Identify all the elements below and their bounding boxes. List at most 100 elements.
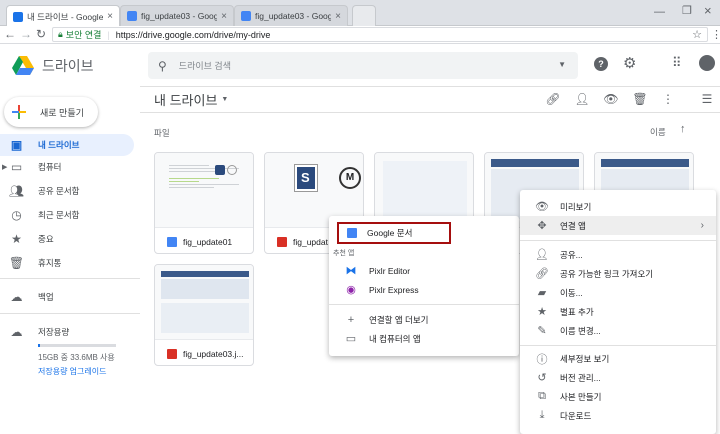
computer-apps-option[interactable]: ▭ 내 컴퓨터의 앱: [329, 329, 519, 348]
pixlr-editor-option[interactable]: ⧓ Pixlr Editor: [329, 261, 519, 280]
search-icon[interactable]: ⚲: [158, 59, 167, 73]
file-thumbnail: [155, 265, 253, 340]
docs-favicon-icon: [241, 11, 251, 21]
sidebar-item-storage[interactable]: ☁ 저장용량: [0, 321, 134, 343]
storage-bar-fill: [38, 344, 40, 347]
sidebar-item-computers[interactable]: ▶ ▭ 컴퓨터: [0, 156, 134, 178]
storage-bar: [38, 344, 116, 347]
drive-header: 드라이브 ⚲ 드라이브 검색 ▼ ? ⚙ ⠿: [0, 44, 720, 86]
add-person-icon[interactable]: 👤︎: [574, 91, 590, 107]
eye-icon[interactable]: 👁︎: [603, 91, 619, 107]
storage-upgrade-link[interactable]: 저장용량 업그레이드: [38, 366, 106, 377]
address-bar[interactable]: 🔒︎ 보안 연결 | https://drive.google.com/driv…: [52, 27, 708, 42]
image-file-icon: [167, 349, 177, 359]
menu-separator: [329, 304, 519, 305]
new-tab-button[interactable]: [352, 5, 376, 26]
pixlr-express-option[interactable]: ◉ Pixlr Express: [329, 280, 519, 299]
menu-item-details[interactable]: ⓘ 세부정보 보기: [520, 349, 716, 368]
move-icon: ✥: [537, 220, 547, 232]
more-vert-icon[interactable]: ⋮: [660, 91, 676, 107]
trash-icon[interactable]: 🗑︎: [632, 91, 648, 107]
computer-icon: ▭: [10, 160, 23, 174]
menu-item-versions[interactable]: ↺ 버전 관리...: [520, 368, 716, 387]
star-icon: ★: [537, 306, 547, 318]
computer-icon: ▭: [345, 333, 357, 345]
browser-tab-my-drive[interactable]: 내 드라이브 - Google 드 ×: [6, 5, 120, 27]
sidebar-item-shared[interactable]: 👥︎ 공유 문서함: [0, 180, 134, 202]
back-arrow-icon[interactable]: ←: [4, 27, 16, 41]
sidebar-item-my-drive[interactable]: ▣ 내 드라이브: [0, 134, 134, 156]
header-divider: [140, 86, 720, 87]
storage-used-text: 15GB 중 33.6MB 사용: [38, 353, 115, 362]
more-apps-option[interactable]: + 연결할 앱 더보기: [329, 310, 519, 329]
minimize-icon[interactable]: —: [654, 6, 665, 18]
eye-icon: 👁︎: [535, 201, 549, 213]
chevron-right-icon: ›: [700, 220, 704, 231]
trash-icon: 🗑︎: [8, 256, 25, 270]
breadcrumb-label: 내 드라이브: [154, 93, 218, 108]
menu-item-copy[interactable]: ⧉ 사본 만들기: [520, 387, 716, 406]
browser-tab-strip: 내 드라이브 - Google 드 × fig_update03 - Googl…: [0, 0, 720, 27]
history-icon: ↺: [537, 372, 547, 384]
expand-arrow-icon[interactable]: ▶: [2, 163, 7, 171]
close-tab-icon[interactable]: ×: [335, 11, 341, 22]
account-avatar[interactable]: [699, 55, 715, 71]
file-card[interactable]: fig_update01: [154, 152, 254, 254]
sort-arrow-up-icon[interactable]: ↑: [680, 123, 686, 135]
image-file-icon: [277, 237, 287, 247]
menu-item-move[interactable]: ▰ 이동...: [520, 283, 716, 302]
reload-icon[interactable]: ↻: [36, 27, 46, 41]
menu-item-share[interactable]: 👤︎ 공유...: [520, 245, 716, 264]
lock-icon: 🔒︎: [58, 29, 63, 39]
edit-icon: ✎: [537, 325, 547, 337]
star-icon: ★: [11, 232, 22, 246]
new-button[interactable]: 새로 만들기: [4, 97, 98, 127]
url-text[interactable]: https://drive.google.com/drive/my-drive: [116, 30, 271, 40]
sort-label[interactable]: 이름: [650, 126, 666, 138]
menu-item-get-link[interactable]: 🔗︎ 공유 가능한 링크 가져오기: [520, 264, 716, 283]
storage-cloud-icon: ☁: [10, 325, 23, 339]
menu-item-open-with[interactable]: ✥ 연결 앱 ›: [520, 216, 716, 235]
list-view-icon[interactable]: ☰: [699, 91, 715, 107]
close-window-icon[interactable]: ×: [704, 3, 712, 18]
browser-toolbar: ← → ↻ 🔒︎ 보안 연결 | https://drive.google.co…: [0, 26, 720, 44]
browser-menu-icon[interactable]: ⋮: [711, 28, 720, 41]
docs-app-icon: [347, 228, 357, 238]
sidebar-item-recent[interactable]: ◷ 최근 문서함: [0, 204, 134, 226]
toolbar-divider: [140, 112, 720, 113]
close-tab-icon[interactable]: ×: [221, 11, 227, 22]
clock-icon: ◷: [11, 208, 22, 222]
product-name: 드라이브: [42, 58, 94, 74]
menu-item-download[interactable]: ⤓ 다운로드: [520, 406, 716, 425]
help-icon[interactable]: ?: [594, 57, 608, 71]
search-placeholder: 드라이브 검색: [178, 61, 231, 71]
file-card[interactable]: fig_update03.j...: [154, 264, 254, 366]
close-tab-icon[interactable]: ×: [107, 11, 113, 22]
google-docs-option[interactable]: Google 문서: [337, 222, 451, 244]
cloud-icon: ☁: [10, 290, 23, 304]
sidebar-item-trash[interactable]: 🗑︎ 휴지통: [0, 252, 134, 274]
apps-grid-icon[interactable]: ⠿: [672, 55, 681, 71]
link-icon[interactable]: 🔗︎: [545, 91, 561, 107]
breadcrumb[interactable]: 내 드라이브 ▼: [154, 90, 228, 109]
browser-tab-doc-2[interactable]: fig_update03 - Google 문 ×: [234, 5, 348, 26]
menu-separator: [520, 240, 716, 241]
menu-item-rename[interactable]: ✎ 이름 변경...: [520, 321, 716, 340]
bookmark-star-icon[interactable]: ☆: [692, 28, 702, 41]
sidebar-divider: [0, 313, 140, 314]
plus-icon: [12, 105, 26, 119]
drive-icon: ▣: [10, 138, 23, 152]
maximize-icon[interactable]: ❐: [682, 4, 692, 17]
suggested-apps-header: 추천 앱: [333, 250, 355, 257]
browser-tab-doc-1[interactable]: fig_update03 - Google 문 ×: [120, 5, 234, 26]
sidebar-item-starred[interactable]: ★ 중요: [0, 228, 134, 250]
settings-gear-icon[interactable]: ⚙: [623, 54, 636, 72]
sidebar-item-backups[interactable]: ☁ 백업: [0, 286, 134, 308]
download-icon: ⤓: [539, 409, 545, 421]
search-box[interactable]: ⚲ 드라이브 검색 ▼: [148, 52, 578, 79]
search-options-icon[interactable]: ▼: [558, 60, 566, 69]
menu-item-preview[interactable]: 👁︎ 미리보기: [520, 197, 716, 216]
forward-arrow-icon[interactable]: →: [20, 27, 32, 41]
drive-logo-icon[interactable]: [12, 56, 34, 75]
menu-item-star[interactable]: ★ 별표 추가: [520, 302, 716, 321]
